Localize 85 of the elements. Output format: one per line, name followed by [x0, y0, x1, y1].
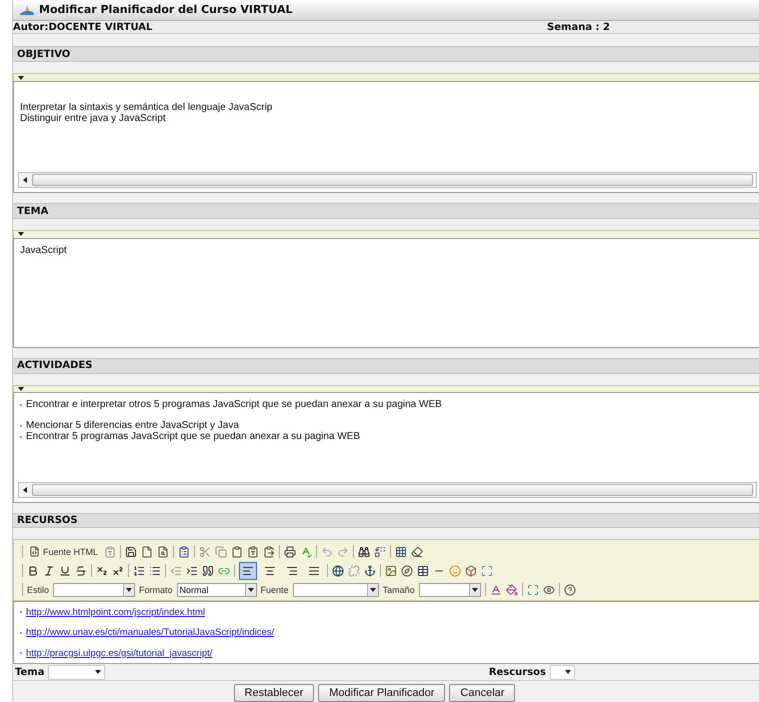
- new-page-icon[interactable]: [141, 546, 154, 558]
- underline-icon[interactable]: [59, 564, 71, 577]
- week-label: Semana : 2: [547, 22, 610, 33]
- paragraph-mark: [20, 404, 22, 406]
- eraser-icon[interactable]: [411, 546, 424, 558]
- editor-text: Encontrar e interpretar otros 5 programas JavaScript que se puedan anexar a su pagina WEB: [26, 399, 442, 410]
- section-header: ACTIVIDADES: [13, 358, 759, 374]
- resource-link[interactable]: http://www.unav.es/cti/manuales/TutorialJavaScript/indices/: [26, 627, 274, 638]
- caret-icon: [248, 588, 254, 592]
- dropdown-label: Estilo: [27, 584, 50, 595]
- paste-icon[interactable]: [231, 546, 244, 558]
- dropdown-field[interactable]: [418, 582, 481, 597]
- paragraph-mark: [20, 436, 22, 438]
- spellcheck-icon[interactable]: [300, 546, 312, 558]
- source-button[interactable]: Fuente HTML: [27, 544, 100, 560]
- background-color-icon[interactable]: [506, 584, 518, 596]
- print-icon[interactable]: [284, 546, 296, 558]
- app-icon: [19, 4, 35, 16]
- find-icon[interactable]: [358, 546, 370, 558]
- paste-word-icon[interactable]: [263, 546, 276, 558]
- text-editor[interactable]: [13, 392, 759, 503]
- help-icon[interactable]: [564, 584, 576, 596]
- strikethrough-icon[interactable]: [75, 564, 87, 577]
- caret-icon: [126, 588, 132, 592]
- italic-icon[interactable]: [43, 564, 55, 577]
- dropdown-label: Tamaño: [382, 584, 415, 595]
- dropdown-field[interactable]: [53, 582, 136, 597]
- author-label: Autor:DOCENTE VIRTUAL: [13, 22, 152, 33]
- text-color-icon[interactable]: [490, 584, 502, 596]
- scroll-left-icon[interactable]: [23, 486, 27, 493]
- align-center-icon: [264, 564, 276, 577]
- indent-icon[interactable]: [186, 564, 198, 577]
- caret-icon: [370, 588, 376, 592]
- section-header: OBJETIVO: [13, 46, 759, 62]
- editor-text: JavaScript: [20, 244, 67, 256]
- bold-icon[interactable]: [27, 564, 39, 577]
- dropdown-label: Fuente: [260, 584, 289, 595]
- save-icon[interactable]: [125, 546, 138, 558]
- select-all-icon[interactable]: [395, 546, 408, 558]
- form-button[interactable]: Modificar Planificador: [318, 684, 446, 702]
- filter-select[interactable]: [550, 664, 575, 680]
- caret-icon: [95, 670, 102, 674]
- subscript-icon[interactable]: [96, 564, 108, 577]
- editor-text: Distinguir entre java y JavaScript: [20, 113, 166, 124]
- align-right-icon: [286, 564, 298, 577]
- dropdown-label: Formato: [139, 584, 173, 595]
- editor-text: Mencionar 5 diferencias entre JavaScript y Java: [26, 420, 239, 432]
- paragraph-mark: [20, 652, 22, 654]
- anchor-icon[interactable]: [364, 564, 376, 577]
- paragraph-mark: [20, 424, 22, 427]
- align-button[interactable]: [239, 562, 257, 580]
- resource-link[interactable]: http://www.htmlpoint.com/jscript/index.html: [26, 606, 205, 618]
- quote-icon[interactable]: [202, 564, 214, 577]
- table-icon[interactable]: [417, 564, 429, 577]
- form-button[interactable]: Cancelar: [449, 684, 516, 702]
- text-editor[interactable]: Interpretar la sintaxis y semántica del lenguaje JavaScrip Distinguir entre java y JavaScript: [13, 81, 759, 194]
- source-icon: [29, 546, 40, 558]
- dropdown-field[interactable]: [292, 582, 379, 597]
- image-icon[interactable]: [385, 564, 397, 577]
- paste-text-icon[interactable]: [247, 546, 260, 558]
- caret-icon: [472, 588, 478, 592]
- filter-label: Rescursos: [488, 666, 546, 678]
- text-editor[interactable]: JavaScript: [13, 238, 759, 348]
- show-blocks-icon[interactable]: [542, 584, 555, 596]
- align-left-icon: [242, 564, 254, 577]
- superscript-icon[interactable]: [112, 564, 124, 577]
- justify-icon: [308, 564, 320, 577]
- form-button[interactable]: Restablecer: [234, 684, 314, 702]
- editor-text: Encontrar 5 programas JavaScript que se puedan anexar a su pagina WEB: [26, 431, 360, 442]
- section-header: TEMA: [13, 203, 759, 219]
- window-title: Modificar Planificador del Curso VIRTUAL: [39, 3, 293, 16]
- filter-label: Tema: [15, 666, 44, 678]
- numbered-list-icon[interactable]: [133, 564, 145, 577]
- scroll-left-icon[interactable]: [23, 177, 27, 184]
- dropdown-field[interactable]: Normal: [176, 582, 257, 597]
- editor-text: Interpretar la sintaxis y semántica del lenguaje JavaScrip: [20, 102, 272, 114]
- caret-icon: [565, 670, 571, 674]
- paragraph-mark: [20, 632, 22, 634]
- maximize-icon[interactable]: [526, 584, 539, 596]
- resource-link[interactable]: http://pracgsi.ulpgc.es/gsi/tutorial_javascript/: [26, 648, 212, 659]
- horizontal-scrollbar[interactable]: [18, 482, 757, 498]
- section-header: RECURSOS: [13, 512, 759, 528]
- horizontal-scrollbar[interactable]: [18, 172, 757, 188]
- preview-icon[interactable]: [157, 546, 170, 558]
- paragraph-mark: [20, 611, 22, 614]
